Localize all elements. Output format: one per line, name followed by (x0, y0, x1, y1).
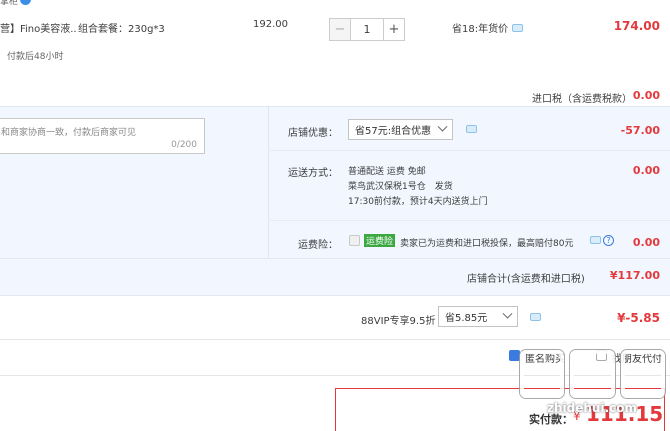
message-counter: 0/200 (171, 140, 197, 150)
insurance-tag: 运费险 (364, 234, 396, 247)
vip-select[interactable]: 省5.85元 (438, 306, 518, 327)
shipping-line-3: 17:30前付款，预计4天内送货上门 (348, 197, 488, 207)
shop-discount-selected: 省57元:组合优惠 (355, 126, 432, 137)
shop-discount-select[interactable]: 省57元:组合优惠 (348, 119, 453, 140)
shipping-value: 0.00 (632, 164, 660, 177)
shop-total-label: 店铺合计(含运费和进口税) (467, 274, 585, 285)
message-placeholder: 和商家协商一致，付款后商家可见 (1, 128, 137, 138)
watermark-logo (520, 350, 665, 398)
insurance-label: 运费险： (298, 240, 338, 251)
info-icon (20, 0, 31, 5)
watermark-text: zhidehui.com (547, 401, 637, 415)
item-price: 192.00 (253, 19, 288, 30)
quantity-input[interactable]: 1 (351, 18, 383, 41)
section-divider (0, 339, 670, 340)
quantity-plus-button[interactable]: + (383, 18, 405, 41)
chat-icon[interactable] (590, 236, 601, 244)
chat-icon[interactable] (466, 125, 477, 133)
item-total: 174.00 (613, 19, 660, 33)
vip-value: ¥-5.85 (617, 311, 660, 325)
row-divider-1 (268, 150, 670, 151)
anonymous-checkbox[interactable] (509, 350, 520, 361)
chat-icon[interactable] (512, 23, 524, 32)
quantity-stepper: − 1 + (329, 18, 405, 41)
row-divider-3 (0, 258, 670, 259)
insurance-text: 卖家已为运费和进口税投保，最高赔付80元 (400, 239, 574, 249)
item-name[interactable]: 营】Fino美容液.. (0, 20, 77, 35)
insurance-checkbox[interactable] (349, 235, 360, 246)
promo-text: 省18:年货价 (452, 20, 524, 35)
shop-discount-value: -57.00 (620, 124, 660, 137)
help-icon[interactable]: ? (603, 235, 614, 246)
chevron-down-icon (437, 121, 448, 132)
shop-total-value: ¥117.00 (609, 269, 660, 282)
panel-divider (268, 106, 269, 258)
ship-note: 付款后48小时 (7, 52, 64, 62)
shipping-line-2: 菜鸟武汉保税1号仓 发货 (348, 182, 453, 192)
message-textarea[interactable]: 和商家协商一致，付款后商家可见 0/200 (0, 118, 205, 154)
row-divider-2 (268, 220, 670, 221)
import-tax-label: 进口税（含运费税款） (532, 94, 632, 105)
insurance-value: 0.00 (632, 236, 660, 249)
chat-icon[interactable] (530, 313, 541, 321)
item-spec: 组合套餐：230g*3 (78, 24, 165, 35)
chevron-down-icon (502, 308, 513, 319)
shipping-line-1: 普通配送 运费 免邮 (348, 167, 426, 177)
quantity-minus-button[interactable]: − (329, 18, 351, 41)
import-tax-value: 0.00 (632, 89, 660, 102)
shipping-label: 运送方式： (288, 168, 338, 179)
promo-label: 省18:年货价 (452, 24, 509, 35)
shop-discount-label: 店铺优惠： (288, 128, 338, 139)
vip-label: 88VIP专享9.5折 (361, 316, 436, 327)
vip-selected: 省5.85元 (445, 313, 488, 324)
